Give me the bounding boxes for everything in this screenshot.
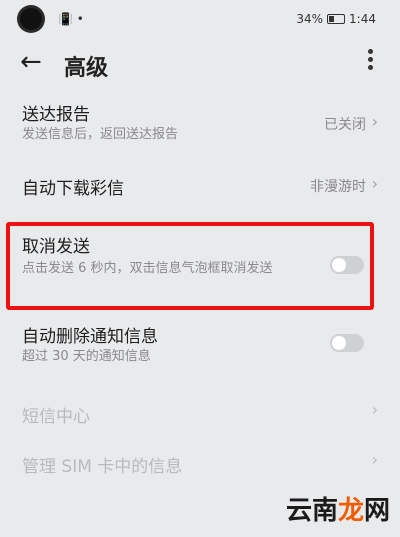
setting-delivery-report[interactable]: 送达报告 发送信息后，返回送达报告 已关闭 › [0, 96, 400, 158]
battery-icon [327, 14, 346, 24]
page-title: 高级 [64, 56, 109, 81]
chevron-right-icon: › [371, 450, 378, 469]
more-options-icon[interactable] [368, 46, 374, 73]
auto-delete-toggle[interactable] [330, 334, 364, 352]
setting-auto-delete-notifications[interactable]: 自动删除通知信息 超过 30 天的通知信息 [0, 318, 400, 372]
battery-percent: 34% [296, 12, 324, 26]
setting-value: 非漫游时 [310, 179, 366, 195]
setting-title: 自动删除通知信息 [22, 327, 158, 347]
highlight-box [6, 222, 374, 310]
chevron-right-icon: › [371, 112, 378, 131]
status-bar: 📳 • 34% 1:44 [0, 0, 400, 40]
setting-value: 已关闭 [324, 117, 366, 133]
setting-title: 自动下载彩信 [22, 179, 124, 199]
setting-title: 送达报告 [22, 105, 90, 125]
setting-title: 管理 SIM 卡中的信息 [22, 457, 183, 477]
back-arrow-icon[interactable]: ← [20, 48, 42, 76]
setting-title: 短信中心 [22, 407, 90, 427]
setting-subtitle: 超过 30 天的通知信息 [22, 349, 151, 364]
status-left-icons: 📳 • [58, 12, 84, 26]
clock: 1:44 [349, 12, 376, 26]
setting-auto-download-mms[interactable]: 自动下载彩信 非漫游时 › [0, 168, 400, 208]
watermark-logo: 云南龙网 [285, 496, 390, 526]
status-right: 34% 1:44 [296, 12, 376, 26]
setting-manage-sim-messages[interactable]: 管理 SIM 卡中的信息 › [0, 448, 400, 478]
setting-subtitle: 发送信息后，返回送达报告 [22, 127, 179, 142]
chevron-right-icon: › [371, 400, 378, 419]
setting-sms-center[interactable]: 短信中心 › [0, 398, 400, 428]
camera-cutout [20, 8, 42, 30]
app-bar: ← 高级 [0, 42, 400, 86]
chevron-right-icon: › [371, 174, 378, 193]
